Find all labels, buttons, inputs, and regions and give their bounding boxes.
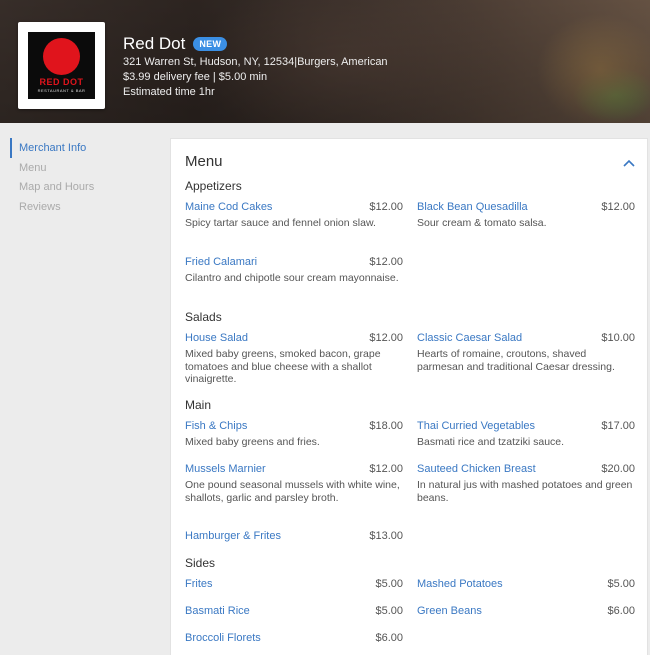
sidebar-item-map-and-hours[interactable]: Map and Hours bbox=[10, 177, 160, 197]
menu-item-description: Mixed baby greens and fries. bbox=[185, 436, 320, 448]
menu-item-description: Cilantro and chipotle sour cream mayonna… bbox=[185, 272, 399, 284]
menu-item[interactable]: Fish & Chips $18.00 Mixed baby greens an… bbox=[185, 420, 403, 449]
section-title-sides: Sides bbox=[185, 556, 216, 570]
menu-item-price: $6.00 bbox=[375, 632, 403, 644]
menu-item-price: $20.00 bbox=[601, 463, 635, 475]
sidebar-item-merchant-info[interactable]: Merchant Info bbox=[10, 138, 160, 158]
menu-item-description: Hearts of romaine, croutons, shaved parm… bbox=[417, 348, 615, 373]
delivery-fees: $3.99 delivery fee | $5.00 min bbox=[123, 71, 268, 83]
menu-item-price: $12.00 bbox=[601, 201, 635, 213]
sidebar-item-reviews[interactable]: Reviews bbox=[10, 197, 160, 217]
new-badge: NEW bbox=[193, 37, 228, 51]
menu-panel: Menu Appetizers Maine Cod Cakes $12.00 S… bbox=[170, 138, 648, 655]
menu-item-name[interactable]: Frites bbox=[185, 578, 403, 591]
menu-item[interactable]: Broccoli Florets $6.00 bbox=[185, 632, 403, 645]
section-title-salads: Salads bbox=[185, 310, 222, 324]
menu-item[interactable]: Classic Caesar Salad $10.00 Hearts of ro… bbox=[417, 332, 635, 373]
sidebar-nav: Merchant Info Menu Map and Hours Reviews bbox=[10, 138, 160, 216]
menu-item-description: Spicy tartar sauce and fennel onion slaw… bbox=[185, 217, 376, 229]
menu-item-name[interactable]: Mashed Potatoes bbox=[417, 578, 635, 591]
menu-item-name[interactable]: Green Beans bbox=[417, 605, 635, 618]
menu-item[interactable]: Basmati Rice $5.00 bbox=[185, 605, 403, 618]
logo-red-dot bbox=[43, 38, 80, 75]
menu-item[interactable]: Thai Curried Vegetables $17.00 Basmati r… bbox=[417, 420, 635, 449]
menu-item-description: One pound seasonal mussels with white wi… bbox=[185, 479, 400, 504]
chevron-up-icon[interactable] bbox=[623, 159, 635, 167]
logo-subtitle: RESTAURANT & BAR bbox=[37, 88, 86, 93]
menu-item[interactable]: Hamburger & Frites $13.00 bbox=[185, 530, 403, 543]
menu-item-description: Sour cream & tomato salsa. bbox=[417, 217, 547, 229]
menu-item-price: $12.00 bbox=[369, 201, 403, 213]
menu-item[interactable]: Mussels Marnier $12.00 One pound seasona… bbox=[185, 463, 403, 504]
menu-item-price: $5.00 bbox=[375, 578, 403, 590]
restaurant-info: Red Dot NEW 321 Warren St, Hudson, NY, 1… bbox=[123, 34, 388, 99]
menu-item-description: Basmati rice and tzatziki sauce. bbox=[417, 436, 565, 448]
estimated-time: Estimated time 1hr bbox=[123, 86, 215, 98]
section-title-main: Main bbox=[185, 398, 212, 412]
menu-item-price: $18.00 bbox=[369, 420, 403, 432]
menu-item-name[interactable]: Broccoli Florets bbox=[185, 632, 403, 645]
menu-item[interactable]: Green Beans $6.00 bbox=[417, 605, 635, 618]
menu-item-price: $12.00 bbox=[369, 332, 403, 344]
menu-item[interactable]: Maine Cod Cakes $12.00 Spicy tartar sauc… bbox=[185, 201, 403, 230]
menu-item-description: Mixed baby greens, smoked bacon, grape t… bbox=[185, 348, 381, 385]
menu-item-price: $10.00 bbox=[601, 332, 635, 344]
menu-item-price: $5.00 bbox=[607, 578, 635, 590]
menu-item-price: $13.00 bbox=[369, 530, 403, 542]
menu-title: Menu bbox=[185, 153, 223, 170]
menu-item[interactable]: Frites $5.00 bbox=[185, 578, 403, 591]
restaurant-logo: RED DOT RESTAURANT & BAR bbox=[18, 22, 105, 109]
menu-item-price: $5.00 bbox=[375, 605, 403, 617]
restaurant-address: 321 Warren St, Hudson, NY, 12534|Burgers… bbox=[123, 56, 388, 68]
menu-item-price: $12.00 bbox=[369, 463, 403, 475]
menu-item[interactable]: Black Bean Quesadilla $12.00 Sour cream … bbox=[417, 201, 635, 230]
menu-item-description: In natural jus with mashed potatoes and … bbox=[417, 479, 633, 504]
menu-item-price: $17.00 bbox=[601, 420, 635, 432]
menu-item-price: $6.00 bbox=[607, 605, 635, 617]
logo-name: RED DOT bbox=[39, 77, 84, 87]
menu-item[interactable]: Sauteed Chicken Breast $20.00 In natural… bbox=[417, 463, 635, 504]
menu-item[interactable]: House Salad $12.00 Mixed baby greens, sm… bbox=[185, 332, 403, 386]
menu-item-name[interactable]: Basmati Rice bbox=[185, 605, 403, 618]
restaurant-name: Red Dot bbox=[123, 34, 186, 53]
sidebar-item-menu[interactable]: Menu bbox=[10, 158, 160, 178]
menu-item[interactable]: Mashed Potatoes $5.00 bbox=[417, 578, 635, 591]
menu-item-price: $12.00 bbox=[369, 256, 403, 268]
menu-item[interactable]: Fried Calamari $12.00 Cilantro and chipo… bbox=[185, 256, 403, 285]
section-title-appetizers: Appetizers bbox=[185, 179, 242, 193]
